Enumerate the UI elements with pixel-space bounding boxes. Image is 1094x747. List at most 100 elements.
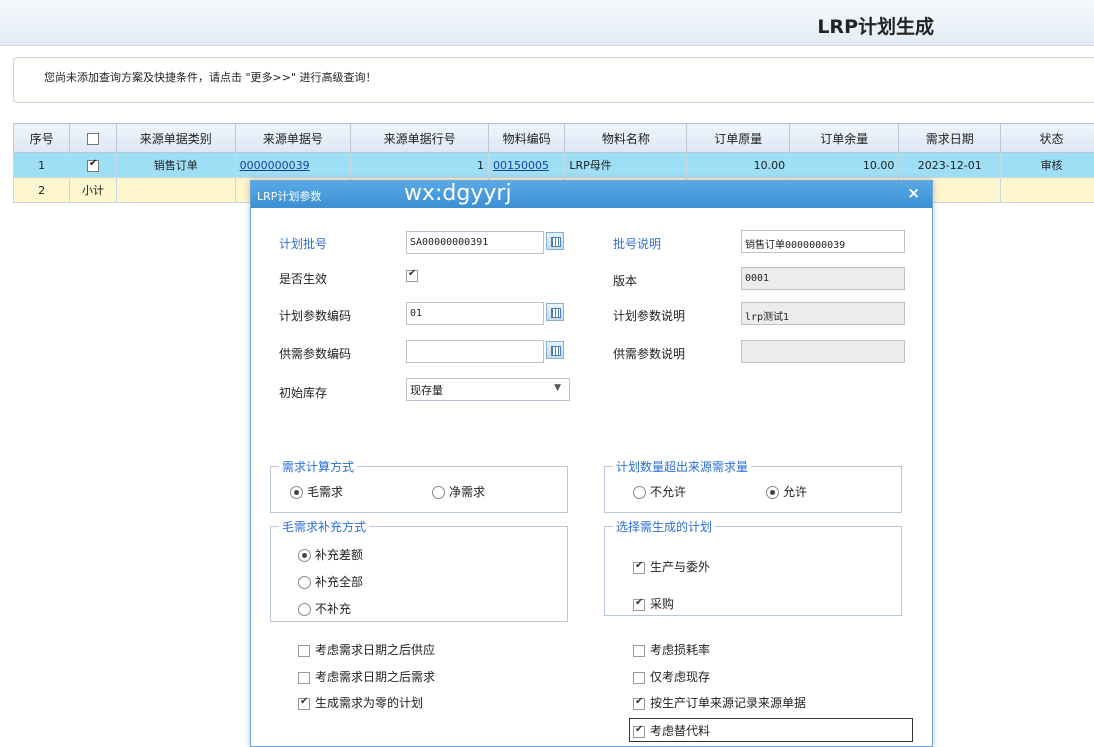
checkbox-icon xyxy=(298,644,310,657)
checkbox-icon xyxy=(633,724,645,738)
supply-desc-input xyxy=(741,340,905,363)
option-label: 考虑替代料 xyxy=(650,724,711,738)
col-item-name[interactable]: 物料名称 xyxy=(564,123,688,153)
query-hint-panel: 您尚未添加查询方案及快捷条件，请点击 "更多>>" 进行高级查询！ xyxy=(13,57,1094,103)
supply-desc-label: 供需参数说明 xyxy=(613,347,686,361)
option-label: 按生产订单来源记录来源单据 xyxy=(650,696,807,710)
empty-cell xyxy=(1000,177,1094,203)
init-stock-select[interactable]: 现存量 ▼ xyxy=(406,378,570,401)
radio-icon xyxy=(298,603,311,616)
supply-code-picker-icon[interactable] xyxy=(546,341,564,359)
radio-icon xyxy=(290,486,303,499)
checkbox-icon xyxy=(633,644,645,657)
query-hint-text: 您尚未添加查询方案及快捷条件，请点击 "更多>>" 进行高级查询！ xyxy=(44,71,377,84)
demand-calc-legend: 需求计算方式 xyxy=(282,460,355,474)
param-desc-label: 计划参数说明 xyxy=(613,309,686,323)
param-code-label: 计划参数编码 xyxy=(279,309,352,323)
col-src-type[interactable]: 来源单据类别 xyxy=(115,123,236,153)
close-icon[interactable]: × xyxy=(907,184,920,202)
init-stock-label: 初始库存 xyxy=(279,386,328,400)
dialog-header[interactable]: LRP计划参数 wx:dgyyrj × xyxy=(251,181,932,208)
fill-diff-radio[interactable]: 补充差额 xyxy=(298,546,363,563)
production-checkbox[interactable]: 生产与委外 xyxy=(633,558,710,575)
exceed-legend: 计划数量超出来源需求量 xyxy=(616,460,749,474)
supply-code-label: 供需参数编码 xyxy=(279,347,352,361)
option-checkbox[interactable]: 按生产订单来源记录来源单据 xyxy=(633,694,806,711)
batch-desc-input[interactable]: 销售订单0000000039 xyxy=(741,230,905,253)
select-all-checkbox[interactable] xyxy=(87,132,100,145)
cell-select[interactable] xyxy=(69,152,117,178)
not-allow-radio[interactable]: 不允许 xyxy=(633,483,686,500)
dialog-title: LRP计划参数 xyxy=(257,190,322,203)
plans-legend: 选择需生成的计划 xyxy=(616,520,713,534)
checkbox-icon xyxy=(298,696,310,710)
cell-item-code[interactable]: 00150005 xyxy=(488,152,566,178)
option-checkbox[interactable]: 考虑需求日期之后需求 xyxy=(298,668,435,685)
col-date[interactable]: 需求日期 xyxy=(898,123,1002,153)
option-checkbox[interactable]: 生成需求为零的计划 xyxy=(298,694,423,711)
option-checkbox[interactable]: 考虑需求日期之后供应 xyxy=(298,641,435,658)
no-fill-label: 不补充 xyxy=(315,602,352,616)
option-label: 考虑需求日期之后供应 xyxy=(315,643,436,657)
allow-label: 允许 xyxy=(783,485,808,499)
fill-all-label: 补充全部 xyxy=(315,575,364,589)
grid-header-row: 序号 来源单据类别 来源单据号 来源单据行号 物料编码 物料名称 订单原量 订单… xyxy=(12,123,1094,153)
cell-status: 审核 xyxy=(1000,152,1094,178)
option-checkbox[interactable]: 仅考虑现存 xyxy=(633,668,710,685)
subtotal-label: 小计 xyxy=(69,177,117,203)
checkbox-icon xyxy=(633,560,645,574)
src-no-link[interactable]: 0000000039 xyxy=(240,159,310,172)
param-desc-input: lrp测试1 xyxy=(741,302,905,325)
col-seq[interactable]: 序号 xyxy=(12,123,71,153)
cell-item-name: LRP母件 xyxy=(564,152,688,178)
gross-demand-radio[interactable]: 毛需求 xyxy=(290,483,343,500)
col-remain-qty[interactable]: 订单余量 xyxy=(789,123,900,153)
option-checkbox[interactable]: 考虑损耗率 xyxy=(633,641,710,658)
batch-no-label: 计划批号 xyxy=(279,237,328,251)
allow-radio[interactable]: 允许 xyxy=(766,483,807,500)
cell-date: 2023-12-01 xyxy=(898,152,1002,178)
col-item-code[interactable]: 物料编码 xyxy=(488,123,566,153)
option-label: 考虑需求日期之后需求 xyxy=(315,670,436,684)
option-checkbox[interactable]: 考虑替代料 xyxy=(633,722,710,739)
radio-icon xyxy=(432,486,445,499)
fill-all-radio[interactable]: 补充全部 xyxy=(298,573,363,590)
empty-cell xyxy=(115,177,236,203)
purchase-checkbox[interactable]: 采购 xyxy=(633,595,674,612)
effective-checkbox[interactable] xyxy=(406,268,418,282)
lrp-params-dialog: LRP计划参数 wx:dgyyrj × 计划批号 SA00000000391 是… xyxy=(250,180,933,747)
col-status[interactable]: 状态 xyxy=(1000,123,1094,153)
init-stock-value: 现存量 xyxy=(410,384,443,397)
col-orig-qty[interactable]: 订单原量 xyxy=(686,123,791,153)
version-input: 0001 xyxy=(741,267,905,290)
cell-remain-qty: 10.00 xyxy=(789,152,900,178)
cell-src-no[interactable]: 0000000039 xyxy=(234,152,352,178)
batch-no-picker-icon[interactable] xyxy=(546,232,564,250)
row-checkbox[interactable] xyxy=(87,158,100,172)
radio-icon xyxy=(298,549,311,562)
checkbox-icon xyxy=(633,597,645,611)
checkbox-icon xyxy=(633,696,645,710)
page-title: LRP计划生成 xyxy=(817,16,934,38)
option-label: 考虑损耗率 xyxy=(650,643,711,657)
purchase-label: 采购 xyxy=(650,597,675,611)
radio-icon xyxy=(298,576,311,589)
cell-seq: 1 xyxy=(12,152,71,178)
effective-label: 是否生效 xyxy=(279,272,328,286)
no-fill-radio[interactable]: 不补充 xyxy=(298,600,351,617)
col-select-all[interactable] xyxy=(69,123,117,153)
radio-icon xyxy=(766,486,779,499)
net-demand-radio[interactable]: 净需求 xyxy=(432,483,485,500)
supply-code-input[interactable] xyxy=(406,340,544,363)
fill-diff-label: 补充差额 xyxy=(315,548,364,562)
param-code-picker-icon[interactable] xyxy=(546,303,564,321)
title-bar: LRP计划生成 xyxy=(0,0,1094,46)
param-code-input[interactable]: 01 xyxy=(406,302,544,325)
item-code-link[interactable]: 00150005 xyxy=(493,159,549,172)
cell-seq: 2 xyxy=(12,177,71,203)
table-row[interactable]: 1 销售订单 0000000039 1 00150005 LRP母件 10.00… xyxy=(12,152,1094,178)
col-line-no[interactable]: 来源单据行号 xyxy=(350,123,490,153)
batch-no-input[interactable]: SA00000000391 xyxy=(406,231,544,254)
watermark-text: wx:dgyyrj xyxy=(404,181,512,206)
col-src-no[interactable]: 来源单据号 xyxy=(234,123,352,153)
